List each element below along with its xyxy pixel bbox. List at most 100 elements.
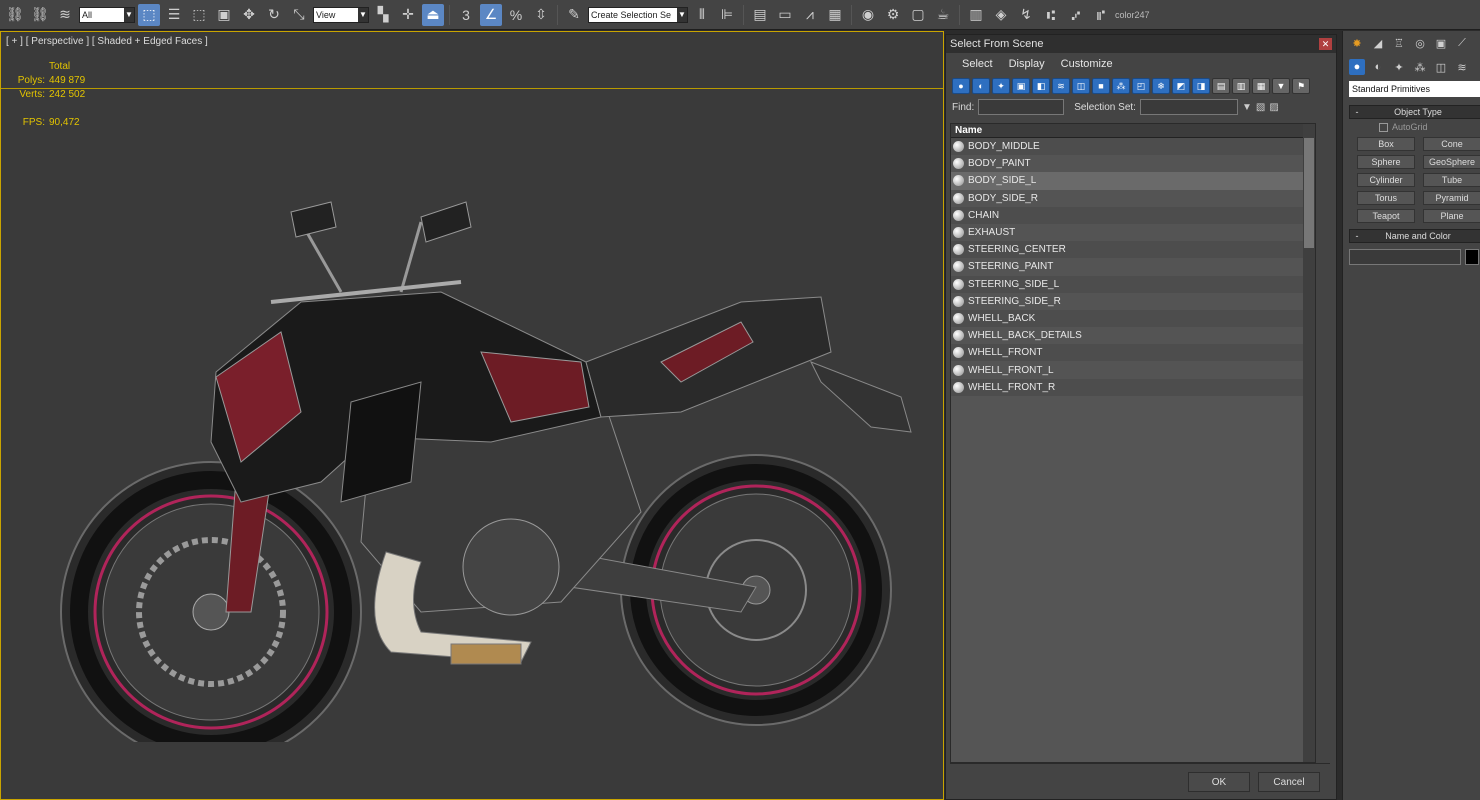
menu-display[interactable]: Display bbox=[1009, 58, 1045, 70]
object-name-input[interactable] bbox=[1349, 249, 1461, 265]
named-selection-set-dropdown[interactable]: Create Selection Se ▼ bbox=[588, 6, 688, 23]
bind-spacewarp-icon[interactable]: ≋ bbox=[54, 4, 76, 26]
display-all-icon[interactable]: ◨ bbox=[1192, 78, 1210, 94]
sphere-button[interactable]: Sphere bbox=[1357, 155, 1415, 169]
list-item[interactable]: STEERING_SIDE_L bbox=[951, 275, 1313, 293]
cylinder-button[interactable]: Cylinder bbox=[1357, 173, 1415, 187]
motion-tab-icon[interactable]: ◎ bbox=[1412, 35, 1428, 51]
perspective-viewport[interactable]: [ + ] [ Perspective ] [ Shaded + Edged F… bbox=[0, 31, 944, 800]
mirror-icon[interactable]: ⫴ bbox=[691, 4, 713, 26]
display-geometry-icon[interactable]: ● bbox=[952, 78, 970, 94]
list-item[interactable]: WHELL_FRONT bbox=[951, 344, 1313, 362]
curve-editor-icon[interactable]: ⩘ bbox=[799, 4, 821, 26]
tube-button[interactable]: Tube bbox=[1423, 173, 1480, 187]
pyramid-button[interactable]: Pyramid bbox=[1423, 191, 1480, 205]
selection-set-chevron-icon[interactable]: ▼ bbox=[1242, 102, 1252, 113]
list-item[interactable]: BODY_PAINT bbox=[951, 155, 1313, 173]
dialog-title-bar[interactable]: Select From Scene ✕ bbox=[946, 35, 1336, 53]
create-tab-icon[interactable]: ✸ bbox=[1349, 35, 1365, 51]
list-item[interactable]: WHELL_BACK bbox=[951, 309, 1313, 328]
menu-customize[interactable]: Customize bbox=[1061, 58, 1113, 70]
select-invert-icon[interactable]: ▦ bbox=[1252, 78, 1270, 94]
display-tab-icon[interactable]: ▣ bbox=[1433, 35, 1449, 51]
display-lights-icon[interactable]: ✦ bbox=[992, 78, 1010, 94]
object-color-swatch[interactable] bbox=[1465, 249, 1479, 265]
unlink-icon[interactable]: ⛓ bbox=[29, 4, 51, 26]
box-button[interactable]: Box bbox=[1357, 137, 1415, 151]
select-manipulate-icon[interactable]: ✛ bbox=[397, 4, 419, 26]
layer-manager-icon[interactable]: ▤ bbox=[749, 4, 771, 26]
ok-button[interactable]: OK bbox=[1188, 772, 1250, 792]
plugin-f-icon[interactable]: ⑈ bbox=[1090, 4, 1112, 26]
display-containers-icon[interactable]: ◰ bbox=[1132, 78, 1150, 94]
autogrid-option[interactable]: AutoGrid bbox=[1349, 119, 1480, 135]
list-item[interactable]: STEERING_SIDE_R bbox=[951, 292, 1313, 310]
utilities-tab-icon[interactable]: ⟋ bbox=[1454, 35, 1470, 51]
ribbon-icon[interactable]: ▭ bbox=[774, 4, 796, 26]
torus-button[interactable]: Torus bbox=[1357, 191, 1415, 205]
helpers-category-icon[interactable]: ◫ bbox=[1433, 59, 1449, 75]
list-item[interactable]: BODY_MIDDLE bbox=[951, 138, 1313, 156]
column-header-name[interactable]: Name bbox=[951, 124, 1315, 138]
geosphere-button[interactable]: GeoSphere bbox=[1423, 155, 1480, 169]
plugin-d-icon[interactable]: ⑆ bbox=[1040, 4, 1062, 26]
render-icon[interactable]: ☕ bbox=[932, 4, 954, 26]
link-icon[interactable]: ⛓ bbox=[4, 4, 26, 26]
plugin-e-icon[interactable]: ⑇ bbox=[1065, 4, 1087, 26]
rendered-frame-icon[interactable]: ▢ bbox=[907, 4, 929, 26]
material-editor-icon[interactable]: ◉ bbox=[857, 4, 879, 26]
display-hidden-icon[interactable]: ◩ bbox=[1172, 78, 1190, 94]
primitive-type-dropdown[interactable]: Standard Primitives bbox=[1349, 81, 1480, 97]
plugin-c-icon[interactable]: ↯ bbox=[1015, 4, 1037, 26]
display-groups-icon[interactable]: ◫ bbox=[1072, 78, 1090, 94]
rotate-icon[interactable]: ↻ bbox=[263, 4, 285, 26]
find-input[interactable] bbox=[978, 99, 1065, 115]
list-item[interactable]: BODY_SIDE_R bbox=[951, 189, 1313, 207]
list-item[interactable]: WHELL_FRONT_R bbox=[951, 378, 1313, 396]
list-item[interactable]: BODY_SIDE_L bbox=[951, 172, 1313, 190]
schematic-view-icon[interactable]: ▦ bbox=[824, 4, 846, 26]
object-type-header[interactable]: - Object Type bbox=[1349, 105, 1480, 119]
viewport-label[interactable]: [ + ] [ Perspective ] [ Shaded + Edged F… bbox=[6, 36, 208, 47]
display-frozen-icon[interactable]: ❄ bbox=[1152, 78, 1170, 94]
reference-coordinate-dropdown[interactable]: View ▼ bbox=[313, 6, 369, 23]
edit-named-selection-icon[interactable]: ✎ bbox=[563, 4, 585, 26]
pivot-center-icon[interactable]: ▚ bbox=[372, 4, 394, 26]
cone-button[interactable]: Cone bbox=[1423, 137, 1480, 151]
plugin-a-icon[interactable]: ▥ bbox=[965, 4, 987, 26]
selection-set-remove-icon[interactable]: ▨ bbox=[1269, 102, 1278, 113]
menu-select[interactable]: Select bbox=[962, 58, 993, 70]
list-item[interactable]: EXHAUST bbox=[951, 223, 1313, 242]
list-item[interactable]: WHELL_BACK_DETAILS bbox=[951, 327, 1313, 345]
window-crossing-icon[interactable]: ▣ bbox=[213, 4, 235, 26]
select-all-icon[interactable]: ▤ bbox=[1212, 78, 1230, 94]
scale-icon[interactable]: ⤡ bbox=[288, 4, 310, 26]
filter-settings-icon[interactable]: ⚑ bbox=[1292, 78, 1310, 94]
snaps-toggle-icon[interactable]: 3 bbox=[455, 4, 477, 26]
display-xrefs-icon[interactable]: ■ bbox=[1092, 78, 1110, 94]
select-by-name-icon[interactable]: ☰ bbox=[163, 4, 185, 26]
percent-snap-icon[interactable]: % bbox=[505, 4, 527, 26]
geometry-category-icon[interactable]: ● bbox=[1349, 59, 1365, 75]
teapot-button[interactable]: Teapot bbox=[1357, 209, 1415, 223]
scrollbar-thumb[interactable] bbox=[1304, 138, 1314, 248]
plane-button[interactable]: Plane bbox=[1423, 209, 1480, 223]
move-icon[interactable]: ✥ bbox=[238, 4, 260, 26]
keyboard-shortcut-override-icon[interactable]: ⏏ bbox=[422, 3, 444, 26]
select-object-icon[interactable]: ⬚ bbox=[138, 3, 160, 26]
cancel-button[interactable]: Cancel bbox=[1258, 772, 1320, 792]
align-icon[interactable]: ⊫ bbox=[716, 4, 738, 26]
plugin-b-icon[interactable]: ◈ bbox=[990, 4, 1012, 26]
modify-tab-icon[interactable]: ◢ bbox=[1370, 35, 1386, 51]
display-bones-icon[interactable]: ⁂ bbox=[1112, 78, 1130, 94]
selection-filter-dropdown[interactable]: All ▼ bbox=[79, 6, 135, 23]
display-spacewarps-icon[interactable]: ≋ bbox=[1052, 78, 1070, 94]
list-item[interactable]: WHELL_FRONT_L bbox=[951, 361, 1313, 379]
spinner-snap-icon[interactable]: ⇳ bbox=[530, 4, 552, 26]
list-item[interactable]: CHAIN bbox=[951, 206, 1313, 224]
name-color-header[interactable]: - Name and Color bbox=[1349, 229, 1480, 243]
lights-category-icon[interactable]: ✦ bbox=[1391, 59, 1407, 75]
angle-snap-icon[interactable]: ∠ bbox=[480, 3, 502, 26]
display-helpers-icon[interactable]: ◧ bbox=[1032, 78, 1050, 94]
hierarchy-tab-icon[interactable]: ♖ bbox=[1391, 35, 1407, 51]
